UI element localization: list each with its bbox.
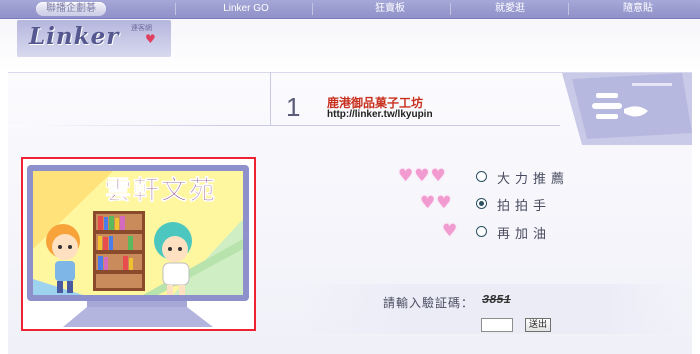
vote-label: 拍拍手 <box>497 199 552 214</box>
shop-url-link[interactable]: http://linker.tw/lkyupin <box>327 109 433 120</box>
nav-divider <box>568 3 569 15</box>
vote-label: 再加油 <box>497 227 552 242</box>
nav-item-hot-sale[interactable]: 狂賣板 <box>360 2 420 16</box>
nav-item-browse[interactable]: 就愛逛 <box>480 2 540 16</box>
banner-illustration: 雲軒文苑 <box>23 159 254 329</box>
rank-number: 1 <box>286 92 301 122</box>
heart-icon: ♥ <box>145 32 156 46</box>
top-nav: 聯播企劃碁 Linker GO 狂賣板 就愛逛 隨意貼 <box>0 0 700 19</box>
vote-label: 大力推薦 <box>497 172 570 187</box>
vote-radio-applause[interactable] <box>476 198 487 209</box>
shop-banner-image[interactable]: 雲軒文苑 <box>21 157 256 331</box>
nav-item-post[interactable]: 隨意貼 <box>608 2 668 16</box>
heart-rating-icon: ♥♥ <box>420 193 453 213</box>
vote-option-recommend[interactable]: ♥♥♥ 大力推薦 <box>398 166 588 187</box>
nav-divider <box>450 3 451 15</box>
captcha-input[interactable] <box>481 318 513 332</box>
vertical-divider <box>270 72 271 125</box>
vote-option-keep-going[interactable]: ♥ 再加油 <box>398 221 588 242</box>
nav-divider <box>175 3 176 15</box>
captcha-code-image: 3851 <box>482 293 511 307</box>
nav-divider <box>312 3 313 15</box>
banner-title: 雲軒文苑 <box>105 175 217 206</box>
nav-item-ad-plan[interactable]: 聯播企劃碁 <box>36 2 106 16</box>
decorative-shape-icon <box>562 73 692 145</box>
vote-radio-recommend[interactable] <box>476 171 487 182</box>
submit-button[interactable]: 送出 <box>525 318 551 332</box>
heart-rating-icon: ♥ <box>442 221 459 241</box>
vote-option-applause[interactable]: ♥♥ 拍拍手 <box>398 193 588 214</box>
site-logo[interactable]: Linker 連客網 ♥ <box>17 20 171 57</box>
vote-radio-keep-going[interactable] <box>476 226 487 237</box>
nav-item-linker-go[interactable]: Linker GO <box>206 2 286 16</box>
logo-wordmark: Linker <box>29 23 120 50</box>
heart-rating-icon: ♥♥♥ <box>398 166 447 186</box>
horizontal-divider <box>10 125 560 126</box>
captcha-prompt: 請輸入驗証碼： <box>383 296 475 310</box>
